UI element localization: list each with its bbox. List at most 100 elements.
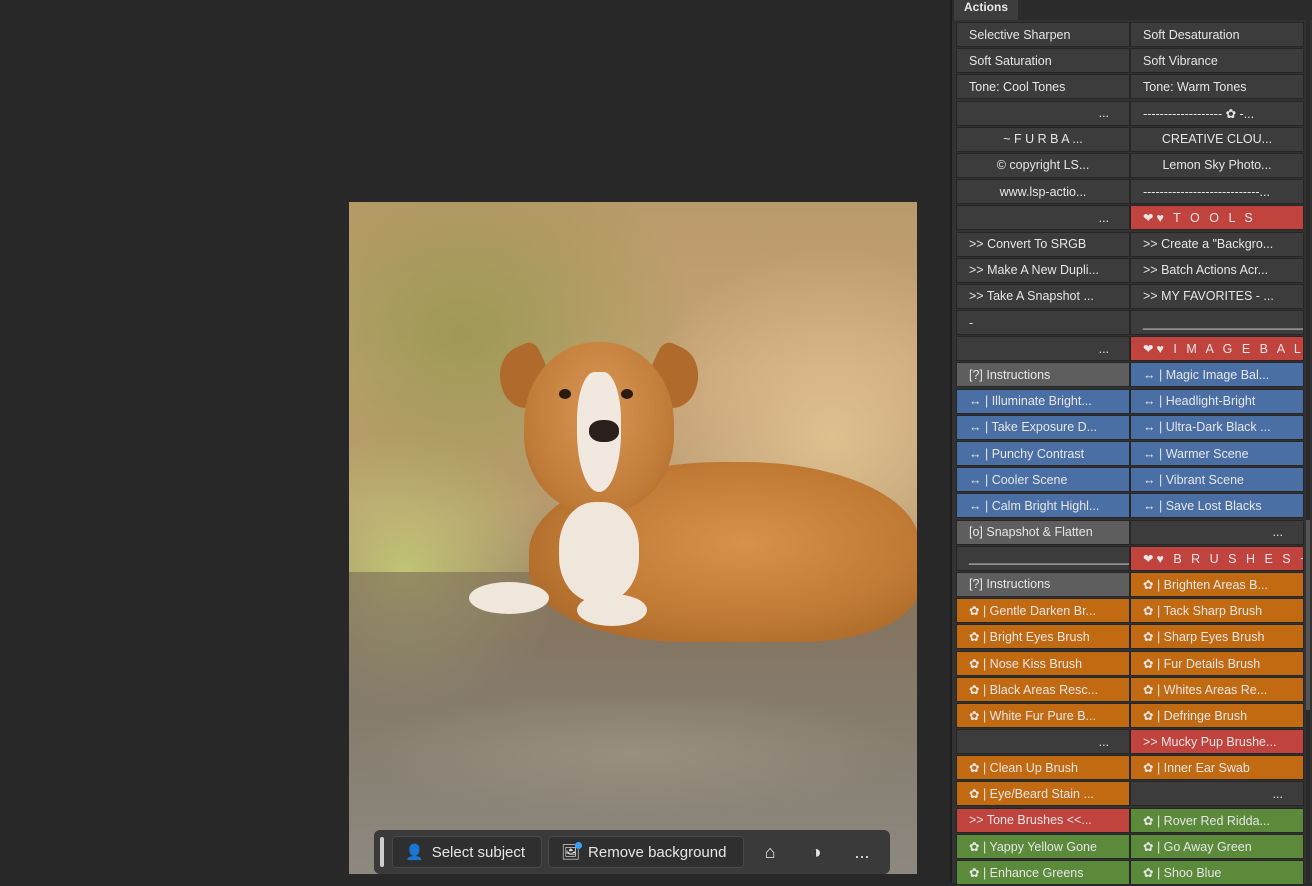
action-row: ✿ | Yappy Yellow Gone ✿ | Go Away Green — [956, 833, 1304, 860]
action-button[interactable]: www.lsp-actio... — [956, 179, 1130, 205]
action-button[interactable]: ✿ | Gentle Darken Br... — [956, 598, 1130, 624]
action-button[interactable]: ------------------- ✿ -... — [1130, 100, 1304, 126]
action-button[interactable]: ✿ | Enhance Greens — [956, 860, 1130, 885]
tab-actions[interactable]: Actions — [954, 0, 1018, 20]
action-row: - ________________________... — [956, 310, 1304, 336]
action-row: Soft Saturation Soft Vibrance — [956, 48, 1304, 74]
action-button[interactable]: ✿ | Rover Red Ridda... — [1130, 807, 1304, 833]
panel-tabbar: Actions — [952, 0, 1312, 20]
action-button[interactable]: ... — [956, 729, 1131, 755]
dog-paw-left — [469, 582, 549, 614]
action-button[interactable]: >> Tone Brushes <<... — [956, 807, 1130, 833]
document-canvas[interactable]: 👤 Select subject 🖼 Remove background ⌂ ◑… — [0, 0, 950, 883]
action-row: ✿ | Bright Eyes Brush ✿ | Sharp Eyes Brus… — [956, 624, 1304, 650]
transform-icon[interactable]: ⌂ — [750, 836, 790, 868]
action-button[interactable]: ________________________... — [956, 545, 1130, 571]
action-button[interactable]: ↔ | Vibrant Scene — [1130, 467, 1304, 493]
action-button[interactable]: [o] Snapshot & Flatten — [956, 519, 1130, 545]
action-button[interactable]: ❤♥ I M A G E B A L ... — [1130, 336, 1304, 362]
action-row: [o] Snapshot & Flatten... — [956, 519, 1304, 546]
action-button[interactable]: ... — [956, 336, 1131, 362]
panel-scrollbar[interactable] — [1306, 20, 1310, 883]
action-button[interactable]: CREATIVE CLOU... — [1130, 126, 1304, 152]
action-button[interactable]: >> Make A New Dupli... — [956, 257, 1130, 283]
action-button[interactable]: Soft Saturation — [956, 48, 1130, 74]
action-button[interactable]: Soft Desaturation — [1130, 22, 1304, 47]
action-button[interactable]: ✿ | Tack Sharp Brush — [1130, 598, 1304, 624]
action-row: ...❤♥ I M A G E B A L ... — [956, 336, 1304, 362]
action-button[interactable]: Tone: Warm Tones — [1130, 74, 1304, 100]
action-button[interactable]: ↔ | Save Lost Blacks — [1130, 493, 1304, 519]
action-row: ... >> Mucky Pup Brushe... — [956, 729, 1304, 755]
action-row: >> Make A New Dupli... >> Batch Actions A… — [956, 257, 1304, 284]
action-button[interactable]: >> Take A Snapshot ... — [956, 283, 1130, 309]
action-button[interactable]: ❤♥ T O O L S — [1130, 205, 1304, 231]
action-button[interactable]: Lemon Sky Photo... — [1130, 152, 1304, 178]
action-button[interactable]: Selective Sharpen — [956, 22, 1130, 47]
action-row: ✿ | Enhance Greens ✿ | Shoo Blue — [956, 860, 1304, 886]
new-feature-dot — [575, 842, 582, 849]
dog-eye-left — [559, 389, 571, 399]
actions-button-grid: Selective Sharpen Soft Desaturation Soft S… — [956, 22, 1304, 886]
action-button[interactable]: ✿ | Defringe Brush — [1130, 702, 1304, 728]
action-button[interactable]: ... — [1129, 781, 1304, 807]
action-row: [?] Instructions ↔ | Magic Image Bal... — [956, 362, 1304, 388]
action-button[interactable]: ✿ | Nose Kiss Brush — [956, 650, 1130, 676]
action-button[interactable]: >> Convert To SRGB — [956, 231, 1130, 257]
action-button[interactable]: ✿ | Black Areas Resc... — [956, 676, 1130, 702]
person-select-icon: 👤 — [405, 844, 424, 861]
action-button[interactable]: >> MY FAVORITES - ... — [1130, 283, 1304, 309]
more-options-button[interactable]: ... — [842, 836, 882, 868]
action-button[interactable]: ✿ | Shoo Blue — [1130, 860, 1304, 885]
action-button[interactable]: ✿ | Clean Up Brush — [956, 755, 1130, 781]
action-button[interactable]: >> Mucky Pup Brushe... — [1130, 729, 1304, 755]
remove-background-button[interactable]: 🖼 Remove background — [548, 836, 744, 868]
adjustment-icon[interactable]: ◑ — [796, 836, 836, 868]
action-row: ... ❤♥ T O O L S — [956, 205, 1304, 231]
action-button[interactable]: ✿ | Sharp Eyes Brush — [1130, 624, 1304, 650]
action-button[interactable]: ✿ | Brighten Areas B... — [1130, 571, 1304, 597]
action-button[interactable]: [?] Instructions — [956, 362, 1130, 388]
dog-nose — [589, 420, 619, 442]
action-button[interactable]: ↔ | Ultra-Dark Black ... — [1130, 414, 1304, 440]
action-button[interactable]: >> Create a "Backgro... — [1130, 231, 1304, 257]
action-button[interactable]: ↔ | Illuminate Bright... — [956, 388, 1130, 414]
action-button[interactable]: ✿ | Fur Details Brush — [1130, 650, 1304, 676]
action-button[interactable]: ↔ | Cooler Scene — [956, 467, 1130, 493]
action-button[interactable]: ↔ | Punchy Contrast — [956, 441, 1130, 466]
select-subject-button[interactable]: 👤 Select subject — [392, 836, 542, 868]
action-button[interactable]: ↔ | Magic Image Bal... — [1130, 362, 1304, 388]
action-button[interactable]: ----------------------------... — [1129, 179, 1304, 205]
action-button[interactable]: ✿ | Inner Ear Swab — [1130, 755, 1304, 781]
action-button[interactable]: ✿ | Yappy Yellow Gone — [956, 833, 1130, 859]
action-button[interactable]: >> Batch Actions Acr... — [1130, 257, 1304, 283]
action-button[interactable]: ✿ | Go Away Green — [1130, 833, 1304, 859]
action-button[interactable]: © copyright LS... — [956, 152, 1130, 178]
action-button[interactable]: ... — [956, 205, 1131, 231]
action-button[interactable]: ✿ | Whites Areas Re... — [1130, 676, 1304, 702]
action-button[interactable]: ❤♥ B R U S H E S ~... — [1130, 545, 1304, 571]
remove-background-label: Remove background — [588, 843, 727, 861]
action-button[interactable]: ✿ | White Fur Pure B... — [956, 702, 1130, 728]
action-button[interactable]: ↔ | Calm Bright Highl... — [956, 493, 1130, 519]
action-button[interactable]: ________________________... — [1130, 310, 1304, 336]
action-button[interactable]: ~ F U R B A ... — [956, 126, 1130, 152]
action-button[interactable]: Tone: Cool Tones — [956, 74, 1130, 100]
dog-photo[interactable] — [349, 202, 917, 874]
action-row: ↔ | Punchy Contrast ↔ | Warmer Scene — [956, 441, 1304, 467]
action-row: ✿ | Black Areas Resc... ✿ | Whites Areas … — [956, 676, 1304, 703]
action-button[interactable]: ↔ | Warmer Scene — [1130, 441, 1304, 466]
action-button[interactable]: ✿ | Eye/Beard Stain ... — [956, 781, 1130, 807]
action-button[interactable]: ✿ | Bright Eyes Brush — [956, 624, 1130, 650]
action-button[interactable]: ↔ | Headlight-Bright — [1130, 388, 1304, 414]
action-button[interactable]: ... — [1129, 519, 1304, 545]
dog-paw-right — [577, 594, 647, 626]
action-button[interactable]: ↔ | Take Exposure D... — [956, 414, 1130, 440]
action-button[interactable]: - — [956, 310, 1130, 336]
action-button[interactable]: [?] Instructions — [956, 571, 1130, 597]
panel-scroll-thumb[interactable] — [1306, 520, 1310, 710]
select-subject-label: Select subject — [431, 843, 526, 861]
action-button[interactable]: ... — [956, 100, 1131, 126]
action-button[interactable]: Soft Vibrance — [1130, 48, 1304, 74]
taskbar-drag-handle[interactable] — [380, 837, 384, 867]
